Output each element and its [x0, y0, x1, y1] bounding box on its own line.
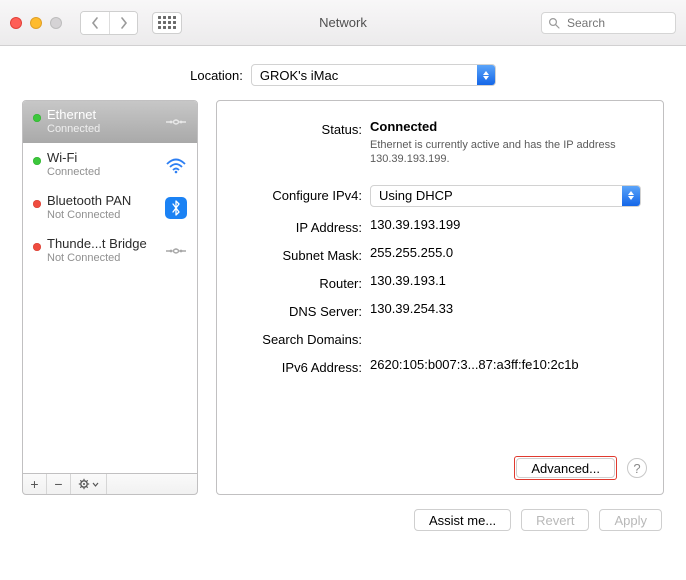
ip-address-value: 130.39.193.199 — [370, 217, 641, 232]
dropdown-stepper-icon — [477, 65, 495, 85]
configure-ipv4-value: Using DHCP — [371, 188, 622, 203]
traffic-lights — [10, 17, 62, 29]
ip-address-label: IP Address: — [227, 217, 362, 235]
router-label: Router: — [227, 273, 362, 291]
ethernet-icon — [163, 109, 189, 135]
grid-icon — [158, 16, 176, 29]
location-value: GROK's iMac — [252, 68, 477, 83]
thunderbolt-bridge-icon — [163, 238, 189, 264]
ipv6-address-value: 2620:105:b007:3...87:a3ff:fe10:2c1b — [370, 357, 641, 372]
subnet-mask-value: 255.255.255.0 — [370, 245, 641, 260]
help-icon: ? — [633, 461, 640, 476]
subnet-mask-label: Subnet Mask: — [227, 245, 362, 263]
interface-name: Ethernet — [47, 108, 100, 123]
footer-buttons: Assist me... Revert Apply — [22, 509, 664, 531]
interface-status: Not Connected — [47, 252, 147, 265]
interface-status: Connected — [47, 166, 100, 179]
status-description: Ethernet is currently active and has the… — [370, 138, 641, 167]
show-all-button[interactable] — [152, 12, 182, 34]
advanced-button[interactable]: Advanced... — [516, 458, 615, 478]
wifi-icon — [163, 152, 189, 178]
zoom-window-button — [50, 17, 62, 29]
minimize-window-button[interactable] — [30, 17, 42, 29]
configure-ipv4-select[interactable]: Using DHCP — [370, 185, 641, 207]
interface-status: Connected — [47, 123, 100, 136]
help-button[interactable]: ? — [627, 458, 647, 478]
router-value: 130.39.193.1 — [370, 273, 641, 288]
revert-button: Revert — [521, 509, 589, 531]
location-row: Location: GROK's iMac — [22, 64, 664, 86]
forward-button[interactable] — [109, 12, 137, 34]
detail-pane: Status: Connected Ethernet is currently … — [216, 100, 664, 495]
ipv6-address-label: IPv6 Address: — [227, 357, 362, 375]
status-dot-icon — [33, 157, 41, 165]
panel-body: Location: GROK's iMac Ethernet Connected — [0, 46, 686, 547]
chevron-left-icon — [91, 17, 100, 29]
interface-item-bluetooth[interactable]: Bluetooth PAN Not Connected — [23, 187, 197, 230]
dns-server-label: DNS Server: — [227, 301, 362, 319]
titlebar: Network — [0, 0, 686, 46]
sidebar: Ethernet Connected Wi-Fi Connected — [22, 100, 198, 495]
interface-item-ethernet[interactable]: Ethernet Connected — [23, 101, 197, 144]
interface-status: Not Connected — [47, 209, 131, 222]
interface-item-thunderbolt[interactable]: Thunde...t Bridge Not Connected — [23, 230, 197, 273]
configure-ipv4-label: Configure IPv4: — [227, 188, 362, 203]
search-domains-label: Search Domains: — [227, 329, 362, 347]
bluetooth-icon — [163, 195, 189, 221]
plus-icon: + — [30, 476, 38, 492]
interface-list[interactable]: Ethernet Connected Wi-Fi Connected — [22, 100, 198, 474]
sidebar-toolbar: + − — [22, 473, 198, 495]
back-button[interactable] — [81, 12, 109, 34]
advanced-highlight: Advanced... — [514, 456, 617, 480]
search-icon — [548, 17, 560, 29]
chevron-right-icon — [119, 17, 128, 29]
remove-interface-button[interactable]: − — [47, 474, 71, 494]
search-field[interactable] — [541, 12, 676, 34]
assist-me-button[interactable]: Assist me... — [414, 509, 511, 531]
location-select[interactable]: GROK's iMac — [251, 64, 496, 86]
nav-back-forward — [80, 11, 138, 35]
location-label: Location: — [190, 68, 243, 83]
chevron-down-icon — [92, 482, 99, 487]
status-dot-icon — [33, 243, 41, 251]
add-interface-button[interactable]: + — [23, 474, 47, 494]
status-value: Connected — [370, 119, 437, 134]
interface-name: Thunde...t Bridge — [47, 237, 147, 252]
search-input[interactable] — [565, 15, 669, 31]
gear-icon — [78, 478, 99, 490]
interface-item-wifi[interactable]: Wi-Fi Connected — [23, 144, 197, 187]
interface-name: Wi-Fi — [47, 151, 100, 166]
minus-icon: − — [54, 476, 62, 492]
status-dot-icon — [33, 200, 41, 208]
status-label: Status: — [227, 119, 362, 137]
advanced-row: Advanced... ? — [514, 456, 647, 480]
main-row: Ethernet Connected Wi-Fi Connected — [22, 100, 664, 495]
interface-actions-button[interactable] — [71, 474, 107, 494]
apply-button: Apply — [599, 509, 662, 531]
dropdown-stepper-icon — [622, 186, 640, 206]
close-window-button[interactable] — [10, 17, 22, 29]
interface-name: Bluetooth PAN — [47, 194, 131, 209]
dns-server-value: 130.39.254.33 — [370, 301, 641, 316]
status-dot-icon — [33, 114, 41, 122]
